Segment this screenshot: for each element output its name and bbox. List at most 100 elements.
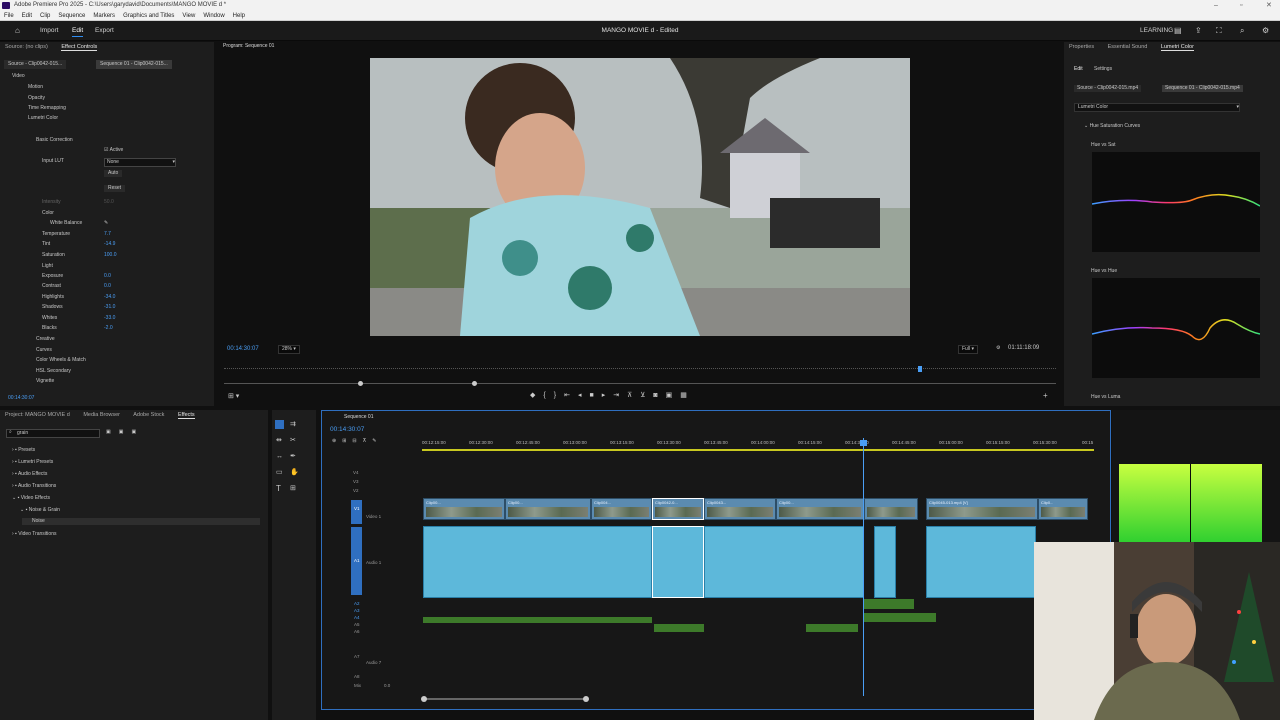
reset-button[interactable]: Reset bbox=[104, 185, 126, 192]
input-lut-dropdown[interactable]: None ▾ bbox=[104, 158, 176, 167]
menu-sequence[interactable]: Sequence bbox=[58, 13, 85, 19]
mark-in-icon[interactable]: { bbox=[543, 392, 553, 399]
tab-essential-sound[interactable]: Essential Sound bbox=[1108, 44, 1148, 50]
close-icon[interactable]: ✕ bbox=[1266, 0, 1272, 11]
track-select-tool-icon[interactable]: ⇉ bbox=[290, 421, 296, 428]
track-mix[interactable]: Mix bbox=[354, 683, 361, 688]
step-forward-icon[interactable]: ▸ bbox=[602, 392, 614, 399]
tab-adobe-stock[interactable]: Adobe Stock bbox=[133, 412, 164, 418]
saturation-value[interactable]: 100.0 bbox=[104, 252, 117, 259]
tab-edit[interactable]: Edit bbox=[72, 27, 84, 37]
color-heading[interactable]: Color bbox=[42, 210, 54, 217]
program-tab[interactable]: Program: Sequence 01 bbox=[223, 43, 274, 50]
timeline-playhead[interactable] bbox=[863, 438, 864, 696]
video-clip[interactable]: Clip004... bbox=[591, 498, 652, 520]
hue-vs-sat-graph[interactable] bbox=[1091, 152, 1261, 252]
share-icon[interactable]: ⇪ bbox=[1195, 27, 1202, 35]
sfx-audio-clip[interactable] bbox=[864, 613, 936, 622]
learning-tab[interactable]: LEARNING bbox=[1140, 27, 1173, 34]
track-v3[interactable]: V3 bbox=[353, 479, 359, 484]
effects-search-input[interactable]: grain bbox=[6, 429, 100, 438]
video-clip[interactable]: Clip00... bbox=[776, 498, 864, 520]
tab-export[interactable]: Export bbox=[95, 27, 114, 34]
basic-correction-heading[interactable]: Basic Correction bbox=[36, 137, 73, 144]
tab-lumetri-color[interactable]: Lumetri Color bbox=[1160, 44, 1194, 51]
tab-properties[interactable]: Properties bbox=[1069, 44, 1094, 50]
track-v1[interactable]: V1 bbox=[354, 506, 360, 511]
video-clip[interactable]: Clip0... bbox=[1038, 498, 1088, 520]
intensity-value[interactable]: 50.0 bbox=[104, 199, 114, 206]
tab-import[interactable]: Import bbox=[40, 27, 58, 34]
track-a1[interactable]: A1 bbox=[354, 558, 360, 563]
home-icon[interactable]: ⌂ bbox=[15, 27, 20, 35]
video-clip[interactable]: Clip00... bbox=[505, 498, 591, 520]
curves-section[interactable]: Curves bbox=[36, 347, 52, 354]
track-v2[interactable]: V2 bbox=[353, 488, 359, 493]
tree-noise-grain[interactable]: ⌄ ▪ Noise & Grain bbox=[20, 507, 60, 514]
hsl-secondary-section[interactable]: HSL Secondary bbox=[36, 368, 71, 375]
fx-lumetri-color[interactable]: Lumetri Color bbox=[28, 115, 58, 122]
exposure-value[interactable]: 0.0 bbox=[104, 273, 111, 280]
fx-motion[interactable]: Motion bbox=[28, 84, 43, 91]
settings-icon[interactable]: ⚙ bbox=[1262, 27, 1269, 35]
fx-opacity[interactable]: Opacity bbox=[28, 95, 45, 102]
fx-time-remapping[interactable]: Time Remapping bbox=[28, 105, 66, 112]
sequence-clip-label[interactable]: Sequence 01 - Clip0042-015... bbox=[96, 60, 172, 69]
track-a8[interactable]: A8 bbox=[354, 674, 360, 679]
menu-markers[interactable]: Markers bbox=[93, 13, 115, 19]
tint-value[interactable]: -14.9 bbox=[104, 241, 115, 248]
tree-video-effects[interactable]: ⌄ ▪ Video Effects bbox=[12, 495, 50, 502]
lumetri-dropdown[interactable]: Lumetri Color ▾ bbox=[1074, 103, 1240, 112]
sfx-audio-clip[interactable] bbox=[654, 624, 704, 632]
tree-audio-effects[interactable]: › ▪ Audio Effects bbox=[12, 471, 47, 478]
caption-tool-icon[interactable]: ⊞ bbox=[290, 485, 296, 492]
lumetri-sequence-label[interactable]: Sequence 01 - Clip0042-015.mp4 bbox=[1162, 85, 1243, 92]
zoom-handle-right[interactable] bbox=[472, 381, 477, 386]
timeline-scrollbar[interactable] bbox=[424, 698, 586, 700]
track-a3[interactable]: A3 bbox=[354, 608, 360, 613]
lumetri-subtab-settings[interactable]: Settings bbox=[1094, 66, 1112, 73]
menu-edit[interactable]: Edit bbox=[22, 13, 32, 19]
video-clip[interactable]: Clip0045-013.mp4 [V] bbox=[926, 498, 1038, 520]
camera-icon[interactable]: ◙ bbox=[653, 392, 665, 399]
tab-media-browser[interactable]: Media Browser bbox=[83, 412, 120, 418]
add-button-icon[interactable]: + bbox=[1043, 392, 1048, 400]
ripple-tool-icon[interactable]: ⇹ bbox=[276, 437, 282, 444]
hand-tool-icon[interactable]: ✋ bbox=[290, 469, 299, 476]
pen-tool-icon[interactable]: ✒ bbox=[290, 453, 296, 460]
track-a6[interactable]: A6 bbox=[354, 629, 360, 634]
menu-file[interactable]: File bbox=[4, 13, 14, 19]
tab-effect-controls[interactable]: Effect Controls bbox=[61, 44, 98, 51]
rectangle-tool-icon[interactable]: ▭ bbox=[276, 469, 283, 476]
work-area-bar[interactable] bbox=[422, 449, 1094, 451]
highlights-value[interactable]: -34.0 bbox=[104, 294, 115, 301]
video-frame[interactable] bbox=[370, 58, 910, 336]
timeline-tool-icons[interactable]: ⊕⊞⊟⊼✎ bbox=[332, 438, 382, 445]
v1-target[interactable] bbox=[351, 500, 362, 524]
minimize-icon[interactable]: – bbox=[1214, 0, 1218, 11]
type-tool-icon[interactable]: T bbox=[276, 485, 281, 493]
tree-lumetri-presets[interactable]: › ▪ Lumetri Presets bbox=[12, 459, 53, 466]
playhead-marker[interactable] bbox=[918, 366, 922, 372]
audio-clip[interactable] bbox=[423, 526, 652, 598]
razor-tool-icon[interactable]: ✂ bbox=[290, 437, 296, 444]
settings-wrench-icon[interactable]: ⊞ ▾ bbox=[228, 393, 239, 400]
temperature-value[interactable]: 7.7 bbox=[104, 231, 111, 238]
bin-icons[interactable]: ▣▣▣ bbox=[106, 429, 144, 436]
scroll-handle-right[interactable] bbox=[583, 696, 589, 702]
track-a7[interactable]: A7 bbox=[354, 654, 360, 659]
track-v4[interactable]: V4 bbox=[353, 470, 359, 475]
shadows-value[interactable]: -31.0 bbox=[104, 304, 115, 311]
menu-window[interactable]: Window bbox=[203, 13, 224, 19]
active-checkbox[interactable]: ☑ Active bbox=[104, 147, 123, 154]
search-icon[interactable]: ⌕ bbox=[1240, 27, 1244, 35]
zoom-handle-left[interactable] bbox=[358, 381, 363, 386]
video-clip[interactable]: Clip00... bbox=[423, 498, 505, 520]
video-clip[interactable]: Clip0043... bbox=[704, 498, 776, 520]
video-clip[interactable] bbox=[864, 498, 918, 520]
auto-button[interactable]: Auto bbox=[104, 170, 123, 177]
eyedropper-icon[interactable]: ✎ bbox=[104, 220, 108, 227]
hue-vs-hue-graph[interactable] bbox=[1091, 278, 1261, 378]
lift-icon[interactable]: ⊼ bbox=[627, 392, 640, 399]
menu-help[interactable]: Help bbox=[233, 13, 245, 19]
